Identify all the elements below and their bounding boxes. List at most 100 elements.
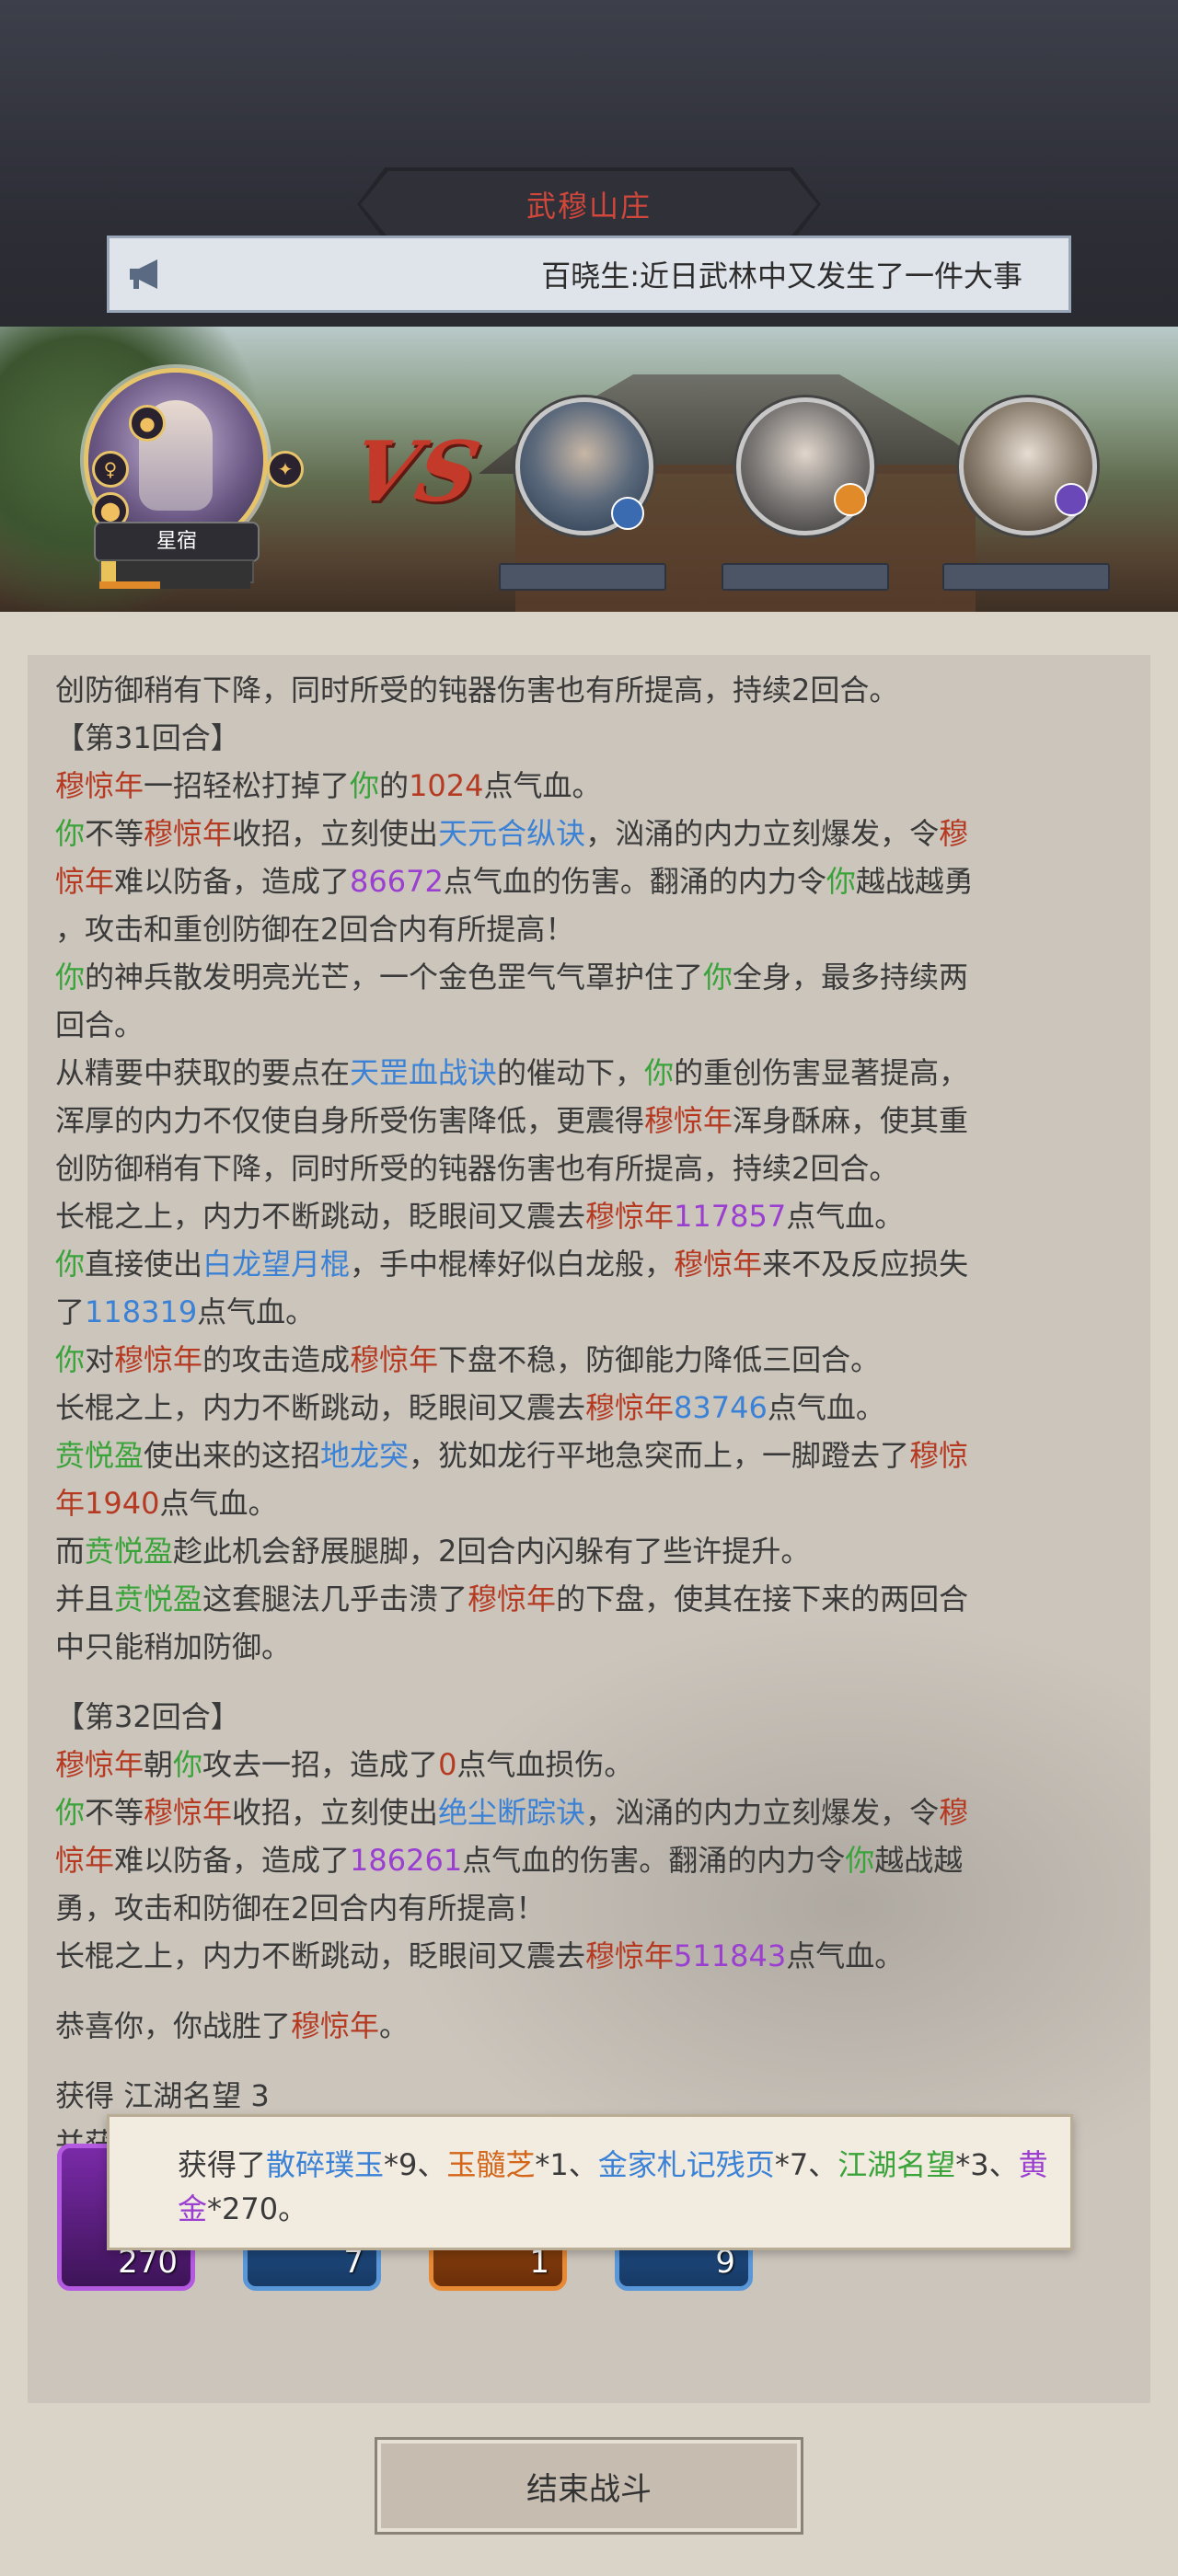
log-segment: 不等 <box>85 1795 144 1830</box>
log-segment: 穆惊年 <box>114 1342 203 1377</box>
log-segment: 【第32回合】 <box>55 1699 240 1734</box>
log-segment: 你 <box>55 960 86 995</box>
log-line: 而贲悦盈趁此机会舒展腿脚，2回合内闪躲有了些许提升。 <box>55 1527 1123 1575</box>
log-line: 穆惊年朝你攻去一招，造成了0点气血损伤。 <box>55 1741 1123 1788</box>
log-segment: 趁此机会舒展腿脚，2回合内闪躲有了些许提升。 <box>173 1534 811 1569</box>
log-segment: 惊年 <box>55 864 115 899</box>
log-segment: 惊年 <box>55 1843 115 1878</box>
log-segment: 点气血的伤害。翻涌的内力令 <box>443 864 826 899</box>
log-line: 穆惊年一招轻松打掉了你的1024点气血。 <box>55 762 1123 810</box>
log-segment: 贲悦盈 <box>114 1581 203 1616</box>
log-segment: 你 <box>55 1795 86 1830</box>
log-line: 你不等穆惊年收招，立刻使出绝尘断踪诀，汹涌的内力立刻爆发，令穆 <box>55 1788 1123 1836</box>
log-segment: 天罡血战诀 <box>350 1055 498 1090</box>
reward-tooltip: 获得了散碎璞玉*9、玉髓芝*1、金家札记残页*7、江湖名望*3、黄金*270。 <box>107 2114 1073 2250</box>
log-segment: ，汹涌的内力立刻爆发，令 <box>585 816 940 851</box>
log-segment: 长棍之上，内力不断跳动，眨眼间又震去 <box>55 1938 586 1973</box>
log-segment: 白龙望月棍 <box>202 1247 351 1282</box>
log-segment: ，手中棍棒好似白龙般， <box>350 1247 675 1282</box>
log-line: 惊年难以防备，造成了186261点气血的伤害。翻涌的内力令你越战越 <box>55 1836 1123 1884</box>
log-segment: 天元合纵诀 <box>438 816 586 851</box>
reward-segment: *7、 <box>774 2147 838 2182</box>
log-segment: 并且 <box>55 1581 115 1616</box>
log-segment: 长棍之上，内力不断跳动，眨眼间又震去 <box>55 1199 586 1234</box>
log-segment: 中只能稍加防御。 <box>55 1629 292 1664</box>
player-energy-bar <box>99 581 250 589</box>
battle-log: 创防御稍有下降，同时所受的钝器伤害也有所提高，持续2回合。 【第31回合】 穆惊年一… <box>55 666 1123 2168</box>
log-segment: 获得 <box>55 2078 124 2113</box>
log-segment: 朝 <box>144 1747 174 1782</box>
vs-label: VS <box>342 423 489 521</box>
log-segment: 难以防备，造成了 <box>114 864 351 899</box>
log-line: 回合。 <box>55 1001 1123 1049</box>
log-segment: 穆惊年 <box>644 1103 733 1138</box>
log-segment: 贲悦盈 <box>55 1438 144 1473</box>
log-segment: 1024 <box>409 768 484 803</box>
log-segment: 江湖名望 3 <box>123 2078 270 2113</box>
element-badge-icon: ♀ <box>92 451 129 488</box>
log-segment: 越战越勇 <box>855 864 974 899</box>
notice-bar[interactable]: 百晓生:近日武林中又发生了一件大事 <box>107 236 1071 313</box>
log-line: 了118319点气血。 <box>55 1288 1123 1336</box>
log-segment: 这套腿法几乎击溃了 <box>202 1581 468 1616</box>
log-segment: 83746 <box>674 1390 768 1425</box>
log-line: 获得 江湖名望 3 <box>55 2072 1123 2120</box>
reward-segment: 获得了 <box>178 2147 267 2182</box>
log-line: 长棍之上，内力不断跳动，眨眼间又震去穆惊年511843点气血。 <box>55 1932 1123 1980</box>
log-line: ，攻击和重创防御在2回合内有所提高！ <box>55 905 1123 953</box>
reward-segment: *3、 <box>955 2147 1019 2182</box>
log-segment: 浑身酥麻，使其重 <box>733 1103 969 1138</box>
log-segment: 下盘不稳，防御能力降低三回合。 <box>438 1342 881 1377</box>
log-line: 你的神兵散发明亮光芒，一个金色罡气气罩护住了你全身，最多持续两 <box>55 953 1123 1001</box>
log-segment: 117857 <box>674 1199 787 1234</box>
log-segment: 你 <box>55 1247 86 1282</box>
end-battle-button[interactable]: 结束战斗 <box>377 2440 801 2532</box>
log-segment: 来不及反应损失 <box>762 1247 969 1282</box>
log-segment: 而 <box>55 1534 86 1569</box>
location-title-plate: 武穆山庄 <box>357 167 821 241</box>
log-segment: 攻去一招，造成了 <box>202 1747 439 1782</box>
log-segment: 点气血。 <box>483 768 602 803</box>
player-hp-bar <box>99 559 254 583</box>
log-segment: 年 <box>55 1486 86 1521</box>
log-segment: 的重创伤害显著提高， <box>674 1055 969 1090</box>
log-line: 长棍之上，内力不断跳动，眨眼间又震去穆惊年83746点气血。 <box>55 1384 1123 1432</box>
log-segment: 贲悦盈 <box>85 1534 174 1569</box>
enemy-hp-bar <box>499 563 666 591</box>
log-line: 并且贲悦盈这套腿法几乎击溃了穆惊年的下盘，使其在接下来的两回合 <box>55 1575 1123 1623</box>
log-segment: ，汹涌的内力立刻爆发，令 <box>585 1795 940 1830</box>
reward-segment: 江湖名望 <box>837 2147 956 2182</box>
log-segment: 1940 <box>85 1486 160 1521</box>
location-title: 武穆山庄 <box>525 189 652 224</box>
log-segment: ，犹如龙行平地急突而上，一脚蹬去了 <box>409 1438 910 1473</box>
log-segment: 点气血。 <box>767 1390 885 1425</box>
log-segment: 不等 <box>85 816 144 851</box>
log-segment: 回合。 <box>55 1007 144 1042</box>
log-segment: 。 <box>379 2008 410 2043</box>
log-line: 惊年难以防备，造成了86672点气血的伤害。翻涌的内力令你越战越勇 <box>55 857 1123 905</box>
log-line: 你对穆惊年的攻击造成穆惊年下盘不稳，防御能力降低三回合。 <box>55 1336 1123 1384</box>
log-segment: 你 <box>644 1055 675 1090</box>
log-line: 长棍之上，内力不断跳动，眨眼间又震去穆惊年117857点气血。 <box>55 1192 1123 1240</box>
reward-segment: 金家札记残页 <box>597 2147 775 2182</box>
log-segment: 穆惊年 <box>144 816 233 851</box>
log-line: 中只能稍加防御。 <box>55 1623 1123 1671</box>
log-segment: 的攻击造成 <box>202 1342 351 1377</box>
log-segment: 点气血。 <box>786 1938 905 1973</box>
log-segment: 一招轻松打掉了 <box>144 768 351 803</box>
log-segment: 地龙突 <box>320 1438 410 1473</box>
megaphone-icon <box>130 259 157 289</box>
log-segment: 长棍之上，内力不断跳动，眨眼间又震去 <box>55 1390 586 1425</box>
log-segment: 越战越 <box>874 1843 964 1878</box>
log-segment: 你 <box>173 1747 203 1782</box>
log-segment: 直接使出 <box>85 1247 203 1282</box>
log-segment: 穆惊年 <box>144 1795 233 1830</box>
enemy-hp-bar <box>942 563 1110 591</box>
log-line: 恭喜你，你战胜了穆惊年。 <box>55 2002 1123 2050</box>
log-segment: 创防御稍有下降，同时所受的钝器伤害也有所提高，持续2回合。 <box>55 1151 899 1186</box>
reward-tooltip-text: 获得了散碎璞玉*9、玉髓芝*1、金家札记残页*7、江湖名望*3、黄金*270。 <box>178 2143 1061 2231</box>
log-segment: ，攻击和重创防御在2回合内有所提高！ <box>55 912 575 947</box>
log-line: 年1940点气血。 <box>55 1479 1123 1527</box>
log-line: 创防御稍有下降，同时所受的钝器伤害也有所提高，持续2回合。 <box>55 1144 1123 1192</box>
log-segment: 点气血。 <box>159 1486 278 1521</box>
